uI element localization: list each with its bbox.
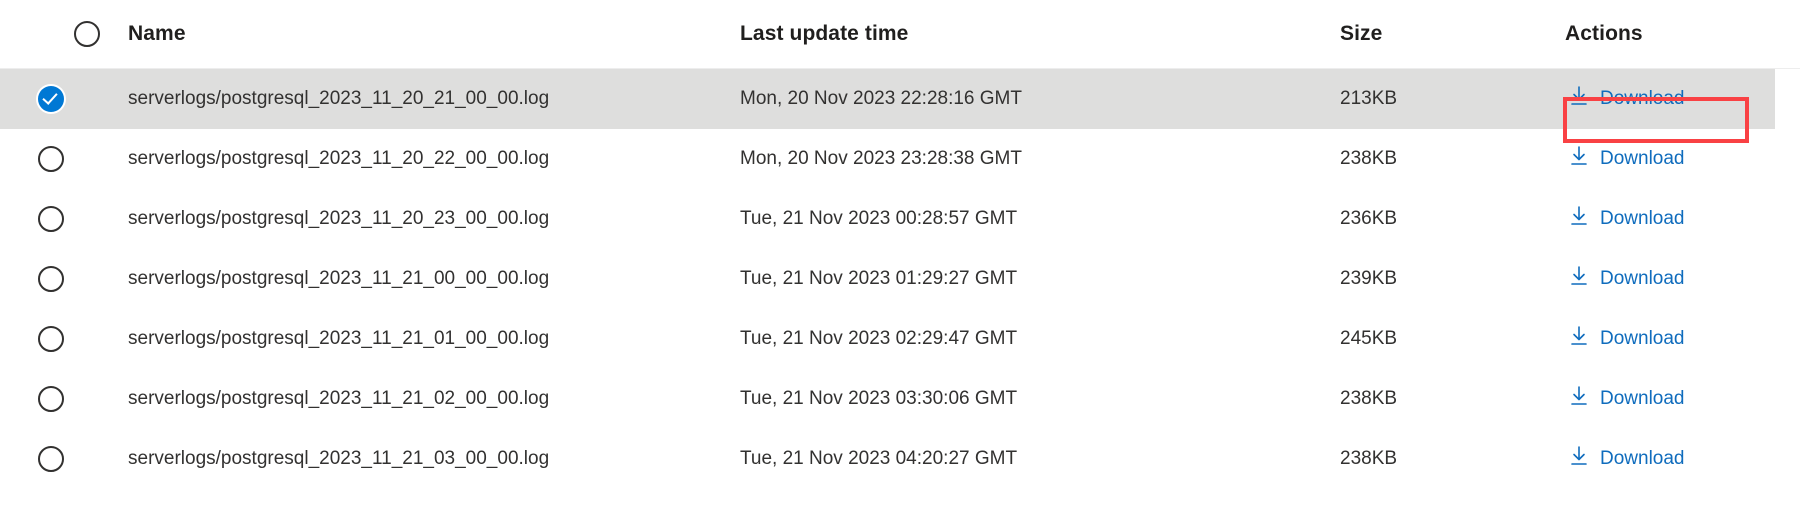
checkbox-unchecked-icon[interactable] (38, 266, 64, 292)
cell-actions: Download (1565, 69, 1795, 129)
cell-actions: Download (1565, 189, 1795, 249)
table-header-row: Name Last update time Size Actions (0, 0, 1800, 69)
download-icon (1569, 385, 1589, 413)
cell-actions: Download (1565, 309, 1795, 369)
cell-name: serverlogs/postgresql_2023_11_21_03_00_0… (128, 448, 550, 469)
column-header-name[interactable]: Name (128, 0, 628, 68)
checkbox-unchecked-icon[interactable] (38, 326, 64, 352)
table-row[interactable]: serverlogs/postgresql_2023_11_20_23_00_0… (0, 189, 1800, 249)
select-all-cell (36, 0, 100, 68)
file-list-table: Name Last update time Size Actions serve… (0, 0, 1800, 489)
download-icon (1569, 145, 1589, 173)
checkbox-unchecked-icon[interactable] (38, 146, 64, 172)
cell-name: serverlogs/postgresql_2023_11_21_01_00_0… (128, 328, 550, 349)
cell-last-update-time: Mon, 20 Nov 2023 22:28:16 GMT (740, 88, 1022, 109)
table-row[interactable]: serverlogs/postgresql_2023_11_21_02_00_0… (0, 369, 1800, 429)
cell-size: 236KB (1340, 208, 1398, 229)
download-link[interactable]: Download (1565, 263, 1689, 295)
cell-last-update-time: Tue, 21 Nov 2023 04:20:27 GMT (740, 448, 1018, 469)
table-row[interactable]: serverlogs/postgresql_2023_11_20_22_00_0… (0, 129, 1800, 189)
cell-last-update-time: Tue, 21 Nov 2023 02:29:47 GMT (740, 328, 1018, 349)
column-header-actions: Actions (1565, 22, 1643, 45)
download-link[interactable]: Download (1565, 143, 1689, 175)
cell-name: serverlogs/postgresql_2023_11_21_00_00_0… (128, 268, 550, 289)
download-label: Download (1600, 208, 1685, 229)
checkbox-unchecked-icon[interactable] (38, 446, 64, 472)
cell-last-update-time: Tue, 21 Nov 2023 03:30:06 GMT (740, 388, 1018, 409)
cell-size: 213KB (1340, 88, 1398, 109)
cell-name: serverlogs/postgresql_2023_11_21_02_00_0… (128, 388, 550, 409)
column-header-size[interactable]: Size (1340, 0, 1510, 68)
cell-actions: Download (1565, 129, 1795, 189)
cell-name: serverlogs/postgresql_2023_11_20_21_00_0… (128, 88, 550, 109)
cell-size: 238KB (1340, 388, 1398, 409)
download-label: Download (1600, 148, 1685, 169)
download-label: Download (1600, 448, 1685, 469)
cell-size: 239KB (1340, 268, 1398, 289)
download-label: Download (1600, 388, 1685, 409)
cell-size: 245KB (1340, 328, 1398, 349)
download-label: Download (1600, 88, 1685, 109)
download-label: Download (1600, 328, 1685, 349)
download-icon (1569, 265, 1589, 293)
table-row[interactable]: serverlogs/postgresql_2023_11_21_01_00_0… (0, 309, 1800, 369)
checkbox-unchecked-icon[interactable] (74, 21, 100, 47)
download-link[interactable]: Download (1565, 323, 1689, 355)
table-row[interactable]: serverlogs/postgresql_2023_11_20_21_00_0… (0, 69, 1775, 129)
checkbox-unchecked-icon[interactable] (38, 206, 64, 232)
download-link[interactable]: Download (1565, 203, 1689, 235)
download-label: Download (1600, 268, 1685, 289)
cell-last-update-time: Mon, 20 Nov 2023 23:28:38 GMT (740, 148, 1022, 169)
table-row[interactable]: serverlogs/postgresql_2023_11_21_03_00_0… (0, 429, 1800, 489)
cell-last-update-time: Tue, 21 Nov 2023 00:28:57 GMT (740, 208, 1018, 229)
download-link[interactable]: Download (1565, 383, 1689, 415)
table-row[interactable]: serverlogs/postgresql_2023_11_21_00_00_0… (0, 249, 1800, 309)
download-link[interactable]: Download (1565, 83, 1689, 115)
cell-size: 238KB (1340, 148, 1398, 169)
download-link[interactable]: Download (1565, 443, 1689, 475)
cell-size: 238KB (1340, 448, 1398, 469)
cell-actions: Download (1565, 429, 1795, 489)
checkbox-checked-icon[interactable] (38, 86, 64, 112)
table-body: serverlogs/postgresql_2023_11_20_21_00_0… (0, 69, 1800, 489)
checkbox-unchecked-icon[interactable] (38, 386, 64, 412)
download-icon (1569, 325, 1589, 353)
download-icon (1569, 85, 1589, 113)
download-icon (1569, 205, 1589, 233)
column-header-last-update-time[interactable]: Last update time (740, 0, 1160, 68)
cell-name: serverlogs/postgresql_2023_11_20_23_00_0… (128, 208, 550, 229)
cell-name: serverlogs/postgresql_2023_11_20_22_00_0… (128, 148, 550, 169)
cell-actions: Download (1565, 369, 1795, 429)
cell-actions: Download (1565, 249, 1795, 309)
cell-last-update-time: Tue, 21 Nov 2023 01:29:27 GMT (740, 268, 1018, 289)
download-icon (1569, 445, 1589, 473)
